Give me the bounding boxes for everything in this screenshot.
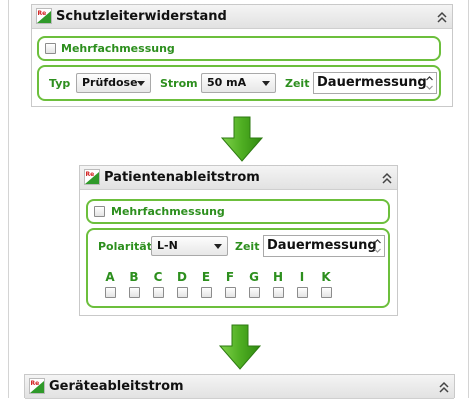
channel-checkbox-h[interactable]	[273, 287, 284, 298]
channel-checkbox-d[interactable]	[177, 287, 188, 298]
spin-up-icon[interactable]	[425, 74, 434, 83]
channel-checkbox-g[interactable]	[249, 287, 260, 298]
green-down-arrow-icon	[218, 324, 262, 370]
type-select[interactable]: Prüfdose	[76, 73, 151, 93]
svg-text:Re: Re	[38, 10, 47, 17]
type-select-value: Prüfdose	[82, 76, 138, 89]
svg-text:Re: Re	[31, 380, 40, 387]
panel-title: Geräteableitstrom	[49, 379, 184, 394]
time-spinbox-value: Dauermessung	[267, 238, 377, 253]
multi-measure-group: Mehrfachmessung	[86, 199, 390, 224]
panel-protective-conductor: Re Schutzleiterwiderstand Mehrfachmessun…	[31, 4, 453, 107]
channel-checkbox-c[interactable]	[153, 287, 164, 298]
current-label: Strom	[160, 77, 198, 90]
channel-checkbox-e[interactable]	[201, 287, 212, 298]
time-spinbox[interactable]: Dauermessung	[313, 72, 437, 94]
frame-left-border	[8, 0, 9, 398]
settings-group: Polarität L-N Zeit Dauermessung A B C D …	[86, 228, 390, 308]
channel-label-i: I	[299, 270, 305, 284]
panel-header: Re Schutzleiterwiderstand	[32, 5, 452, 29]
polarity-label: Polarität	[98, 240, 152, 253]
time-label: Zeit	[235, 240, 260, 253]
panel-title: Schutzleiterwiderstand	[56, 9, 227, 24]
re-logo-icon: Re	[29, 378, 45, 394]
multi-measure-checkbox[interactable]	[94, 206, 105, 217]
time-spinbox-value: Dauermessung	[317, 75, 427, 90]
polarity-select-value: L-N	[157, 239, 178, 252]
current-select-value: 50 mA	[207, 76, 247, 89]
polarity-select[interactable]: L-N	[151, 236, 228, 256]
type-label: Typ	[49, 77, 71, 90]
frame-right-border	[468, 0, 469, 398]
channel-label-g: G	[249, 270, 259, 284]
chevron-down-icon	[214, 244, 222, 249]
channel-checkbox-a[interactable]	[105, 287, 116, 298]
channel-label-h: H	[272, 270, 284, 284]
multi-measure-group: Mehrfachmessung	[37, 36, 441, 61]
current-select[interactable]: 50 mA	[201, 73, 276, 93]
panel-title: Patientenableitstrom	[104, 170, 260, 185]
chevron-down-icon	[262, 81, 270, 86]
re-logo-icon: Re	[84, 169, 100, 185]
channel-label-e: E	[201, 270, 211, 284]
channel-checkbox-f[interactable]	[225, 287, 236, 298]
multi-measure-label: Mehrfachmessung	[111, 205, 225, 218]
re-logo-icon: Re	[36, 8, 52, 24]
channel-label-b: B	[129, 270, 139, 284]
svg-text:Re: Re	[86, 171, 95, 178]
time-spinbox[interactable]: Dauermessung	[263, 235, 385, 257]
double-chevron-up-icon[interactable]	[381, 171, 393, 185]
panel-patient-leakage: Re Patientenableitstrom Mehrfachmessung …	[79, 165, 398, 316]
channel-label-c: C	[153, 270, 163, 284]
panel-header: Re Patientenableitstrom	[80, 166, 397, 190]
channel-label-f: F	[225, 270, 235, 284]
channel-checkbox-i[interactable]	[297, 287, 308, 298]
panel-header: Re Geräteableitstrom	[25, 375, 454, 399]
green-down-arrow-icon	[220, 116, 264, 162]
double-chevron-up-icon[interactable]	[436, 10, 448, 24]
multi-measure-label: Mehrfachmessung	[61, 42, 175, 55]
spin-down-icon[interactable]	[373, 246, 382, 255]
channel-label-k: K	[321, 270, 331, 284]
panel-device-leakage: Re Geräteableitstrom	[24, 374, 455, 399]
time-label: Zeit	[285, 77, 310, 90]
multi-measure-checkbox[interactable]	[45, 43, 56, 54]
double-chevron-up-icon[interactable]	[438, 380, 450, 394]
spin-up-icon[interactable]	[373, 237, 382, 246]
channel-label-a: A	[105, 270, 115, 284]
chevron-down-icon	[137, 81, 145, 86]
spin-down-icon[interactable]	[425, 83, 434, 92]
settings-group: Typ Prüfdose Strom 50 mA Zeit Dauermessu…	[37, 65, 441, 101]
channel-label-d: D	[177, 270, 187, 284]
channel-checkbox-b[interactable]	[129, 287, 140, 298]
channel-checkbox-k[interactable]	[321, 287, 332, 298]
